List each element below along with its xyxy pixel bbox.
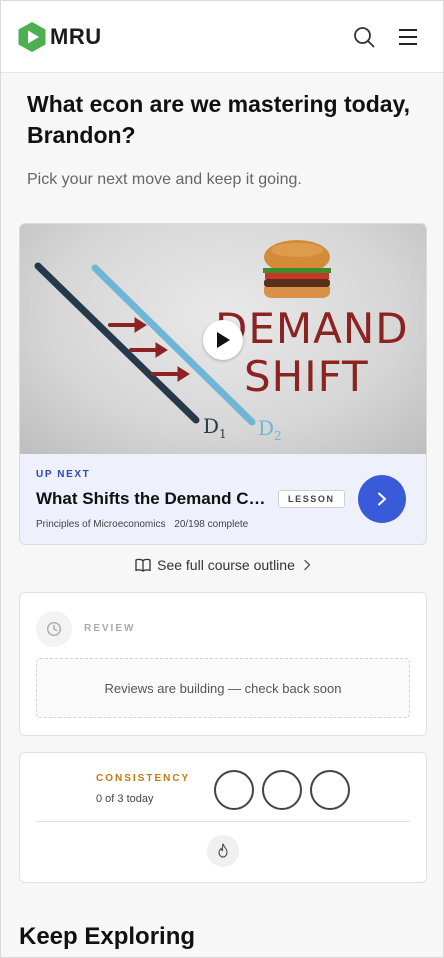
up-next-card[interactable]: DEMAND SHIFT D1 D2 UP NEXT What Shifts t… xyxy=(19,223,427,545)
progress-circle xyxy=(262,770,302,810)
course-name: Principles of Microeconomics xyxy=(36,519,166,530)
burger-icon xyxy=(263,240,331,298)
menu-button[interactable] xyxy=(396,25,420,49)
logo-text: MRU xyxy=(50,24,102,49)
search-button[interactable] xyxy=(352,25,376,49)
hamburger-menu-icon xyxy=(399,29,417,45)
review-icon-wrapper xyxy=(36,611,72,647)
lesson-type-badge: LESSON xyxy=(278,490,345,508)
top-header: MRU xyxy=(1,1,443,73)
greeting-title: What econ are we mastering today, Brando… xyxy=(27,91,411,148)
greeting-subtitle: Pick your next move and keep it going. xyxy=(27,171,302,188)
chevron-right-icon xyxy=(304,559,311,571)
progress-circle xyxy=(214,770,254,810)
thumbnail-title-line1: DEMAND xyxy=(215,304,409,353)
open-book-icon xyxy=(135,558,151,572)
search-icon xyxy=(354,27,375,48)
clock-icon xyxy=(46,621,62,637)
divider xyxy=(36,821,410,822)
video-thumbnail[interactable]: DEMAND SHIFT D1 D2 xyxy=(20,224,426,454)
up-next-label: UP NEXT xyxy=(36,469,91,480)
play-icon xyxy=(217,332,230,348)
consistency-count: 0 of 3 today xyxy=(96,793,154,805)
outline-link-label: See full course outline xyxy=(157,557,295,573)
play-button[interactable] xyxy=(203,320,243,360)
lesson-title[interactable]: What Shifts the Demand Curve? xyxy=(36,489,268,509)
logo[interactable]: MRU xyxy=(17,21,102,53)
keep-exploring-title: Keep Exploring xyxy=(19,923,196,950)
play-hexagon-icon xyxy=(18,22,46,52)
thumbnail-label-d1: D1 xyxy=(203,414,227,441)
review-card: REVIEW Reviews are building — check back… xyxy=(19,592,427,736)
flame-icon xyxy=(218,843,228,858)
review-label: REVIEW xyxy=(84,623,136,634)
course-outline-link[interactable]: See full course outline xyxy=(1,557,443,573)
progress-circle xyxy=(310,770,350,810)
streak-button[interactable] xyxy=(207,835,239,867)
course-meta: Principles of Microeconomics 20/198 comp… xyxy=(36,519,248,530)
chevron-right-icon xyxy=(378,492,386,506)
thumbnail-label-d2: D2 xyxy=(258,416,282,443)
consistency-progress xyxy=(214,770,358,810)
start-lesson-button[interactable] xyxy=(358,475,406,523)
consistency-card: CONSISTENCY 0 of 3 today xyxy=(19,752,427,883)
app-frame: MRU What econ are we mastering today, Br… xyxy=(0,0,444,958)
thumbnail-title-line2: SHIFT xyxy=(244,352,369,401)
course-progress: 20/198 complete xyxy=(174,519,249,530)
consistency-label: CONSISTENCY xyxy=(96,773,191,784)
review-empty-state: Reviews are building — check back soon xyxy=(36,658,410,718)
